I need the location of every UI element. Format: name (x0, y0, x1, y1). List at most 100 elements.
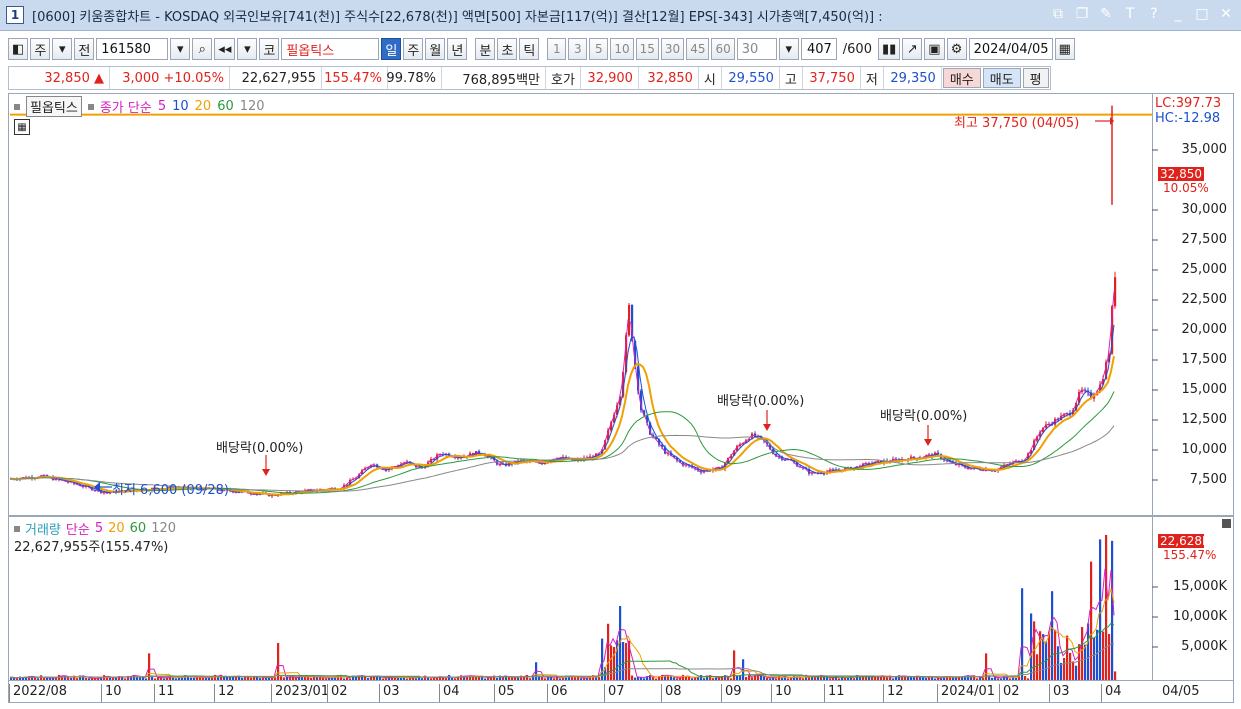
minimize-icon[interactable]: _ (1169, 4, 1187, 24)
open-price: 29,550 (722, 67, 780, 89)
x-axis-label: 12 (883, 684, 904, 702)
x-axis-label: 08 (661, 684, 682, 702)
flat-button[interactable]: 평 (1022, 68, 1049, 88)
code-dropdown-icon[interactable]: ▾ (170, 38, 191, 60)
stock-code-input[interactable]: 161580 (96, 38, 169, 60)
window-number[interactable]: 1 (6, 6, 24, 24)
period-day-button[interactable]: 일 (381, 38, 402, 60)
y-label-15000: 15,000 (1181, 382, 1228, 397)
speaker-icon[interactable]: ◂◂ (214, 38, 236, 60)
period-year-button[interactable]: 년 (447, 38, 468, 60)
volume-ma20[interactable]: 20 (108, 521, 125, 536)
legend-stock-name[interactable]: 필옵틱스 (26, 96, 82, 117)
legend-ma20[interactable]: 20 (195, 99, 212, 114)
x-axis-label: 11 (154, 684, 175, 702)
volume-panel-close-icon[interactable] (1222, 519, 1231, 528)
volume-ma120[interactable]: 120 (151, 521, 176, 536)
x-axis-last-date: 04/05 (1162, 684, 1200, 699)
low-price: 29,350 (884, 67, 942, 89)
panel-divider[interactable] (8, 515, 1234, 517)
interval-45-button[interactable]: 45 (686, 38, 710, 60)
x-axis-label: 03 (379, 684, 400, 702)
period-month-button[interactable]: 월 (425, 38, 446, 60)
copy-icon[interactable]: ❐ (1073, 4, 1091, 24)
volume-ma60[interactable]: 60 (130, 521, 147, 536)
interval-1-button[interactable]: 1 (547, 38, 567, 60)
trade-volume: 22,627,955 (230, 67, 322, 89)
current-price-marker: 32,850 (1158, 167, 1204, 181)
y-label-7500: 7,500 (1189, 472, 1227, 487)
vol-y-label-10000k: 10,000K (1172, 609, 1227, 624)
interval-30-button[interactable]: 30 (660, 38, 685, 60)
x-axis-label: 06 (547, 684, 568, 702)
interval-5-button[interactable]: 5 (589, 38, 609, 60)
y-label-20000: 20,000 (1181, 322, 1228, 337)
volume-ma5[interactable]: 5 (95, 521, 103, 536)
trend-tool-icon[interactable]: ↗ (902, 38, 923, 60)
close-icon[interactable]: ✕ (1217, 4, 1235, 24)
period-tick-button[interactable]: 틱 (519, 38, 540, 60)
window-title: [0600] 키움종합차트 - KOSDAQ 외국인보유[741(천)] 주식수… (32, 9, 883, 25)
market-select[interactable]: 주 (30, 38, 51, 60)
price-legend: 필옵틱스 종가 단순 5 10 20 60 120 (14, 96, 265, 117)
low-annotation: 최저 6,600 (09/28) (112, 483, 230, 498)
text-icon[interactable]: T (1121, 4, 1139, 24)
x-axis-label: 02 (999, 684, 1020, 702)
open-label: 시 (699, 67, 722, 89)
interval-select[interactable]: 30 (736, 38, 777, 60)
high-price: 37,750 (803, 67, 861, 89)
pin-icon[interactable]: ✎ (1097, 4, 1115, 24)
market-type-tag: 코 (259, 38, 280, 60)
candle-type-icon[interactable]: ▮▮ (877, 38, 901, 60)
legend-marker (14, 525, 20, 532)
y-label-25000: 25,000 (1181, 262, 1228, 277)
period-second-button[interactable]: 초 (497, 38, 518, 60)
title-icons: ⧉ ❐ ✎ T ? _ □ ✕ (1049, 4, 1235, 24)
legend-ma10[interactable]: 10 (172, 99, 189, 114)
table-icon[interactable]: ▦ (14, 119, 30, 135)
interval-3-button[interactable]: 3 (568, 38, 588, 60)
period-minute-button[interactable]: 분 (475, 38, 496, 60)
count-total: /600 (842, 41, 872, 57)
speaker-dropdown-icon[interactable]: ▾ (237, 38, 258, 60)
interval-dropdown-icon[interactable]: ▾ (778, 38, 799, 60)
volume-value: 22,627,955주(155.47%) (14, 540, 169, 555)
hc-value: HC:-12.98 (1155, 111, 1221, 126)
market-dropdown-icon[interactable]: ▾ (52, 38, 73, 60)
interval-60-button[interactable]: 60 (711, 38, 735, 60)
stock-name: 필옵틱스 (281, 38, 380, 60)
date-input[interactable]: 2024/04/05 (968, 38, 1053, 60)
all-button[interactable]: 전 (74, 38, 95, 60)
help-icon[interactable]: ? (1145, 4, 1163, 24)
period-week-button[interactable]: 주 (403, 38, 424, 60)
chart-area[interactable] (8, 93, 1234, 681)
x-axis-label: 09 (721, 684, 742, 702)
x-axis-label: 05 (494, 684, 515, 702)
link-icon[interactable]: ⧉ (1049, 4, 1067, 24)
search-icon[interactable]: ⌕ (192, 38, 213, 60)
legend-ma-label[interactable]: 종가 단순 (100, 97, 152, 116)
legend-ma60[interactable]: 60 (217, 99, 234, 114)
calendar-icon[interactable]: ▦ (1054, 38, 1075, 60)
legend-ma5[interactable]: 5 (158, 99, 166, 114)
hoga-label: 호가 (546, 67, 581, 89)
ask-price: 32,900 (581, 67, 639, 89)
buy-button[interactable]: 매수 (942, 68, 981, 88)
low-label: 저 (861, 67, 884, 89)
vol-y-label-15000k: 15,000K (1172, 579, 1227, 594)
count-input[interactable]: 407 (800, 38, 837, 60)
x-axis-label: 10 (101, 684, 122, 702)
legend-ma120[interactable]: 120 (240, 99, 265, 114)
interval-10-button[interactable]: 10 (610, 38, 634, 60)
interval-15-button[interactable]: 15 (635, 38, 659, 60)
maximize-icon[interactable]: □ (1193, 4, 1211, 24)
sell-button[interactable]: 매도 (982, 68, 1021, 88)
save-icon[interactable]: ▣ (924, 38, 945, 60)
vol-y-label-5000k: 5,000K (1181, 639, 1227, 654)
ratio2: 99.78% (386, 67, 442, 89)
price-change: 3,000 +10.05% (110, 67, 230, 89)
x-axis-label: 2024/01 (937, 684, 995, 702)
layout-icon[interactable]: ◧ (8, 38, 29, 60)
x-axis-label: 12 (214, 684, 235, 702)
gear-icon[interactable]: ⚙ (946, 38, 967, 60)
